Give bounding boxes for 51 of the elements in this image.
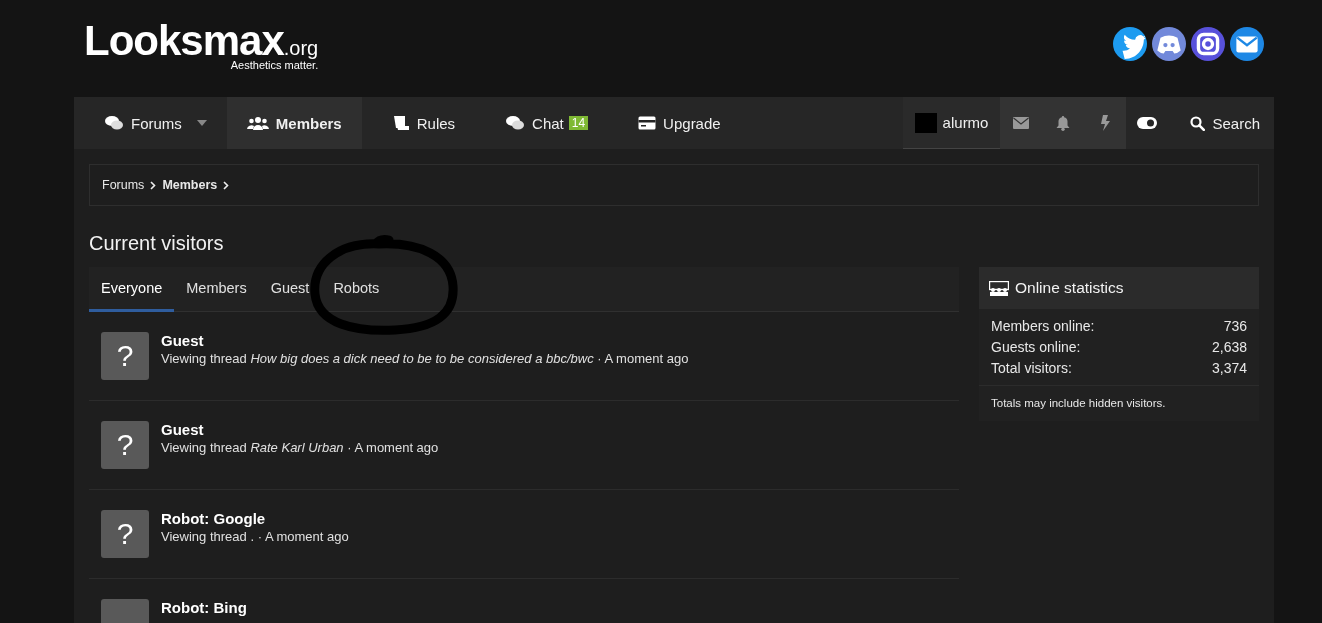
credit-card-icon [638, 116, 657, 130]
stat-value: 2,638 [1211, 338, 1247, 357]
speech-bubbles-icon [505, 115, 526, 131]
logo-domain: .org [283, 36, 319, 60]
account-link[interactable]: alurmo [902, 97, 1001, 149]
nav-tab[interactable]: Chat 14 [475, 97, 609, 149]
breadcrumb-link[interactable]: Members [162, 178, 218, 192]
people-icon [246, 116, 269, 130]
logo-tagline: Aesthetics matter. [230, 58, 319, 71]
guest-avatar: ? [101, 510, 149, 558]
twitter-icon[interactable] [1113, 26, 1147, 61]
visitor-name[interactable]: Robot: Google [161, 510, 349, 527]
guest-avatar: ? [101, 421, 149, 469]
nav-tab[interactable]: Upgrade [608, 97, 741, 149]
filter-tab[interactable]: Guest [258, 267, 322, 312]
visitor-name[interactable]: Guest [161, 332, 689, 349]
filter-tab[interactable]: Members [174, 267, 259, 312]
visitor-activity: Viewing thread How big does a dick need to be to be considered a bbc/bwc · A moment ago [161, 351, 689, 366]
chevron-icon [150, 180, 157, 190]
user-avatar [914, 112, 937, 133]
toggle-icon[interactable] [1137, 117, 1158, 129]
visitor-name[interactable]: Robot: Bing [161, 599, 247, 616]
filter-tab[interactable]: Everyone [89, 267, 175, 312]
stat-value: 736 [1223, 317, 1247, 336]
visitor-activity: Viewing thread Rate Karl Urban · A moment ago [161, 440, 439, 455]
guest-avatar: ? [101, 332, 149, 380]
thread-link[interactable]: Rate Karl Urban [250, 440, 344, 455]
stat-label: Guests online: [991, 338, 1081, 357]
stat-value: 3,374 [1211, 359, 1247, 378]
visitor-activity: Viewing thread . · A moment ago [161, 529, 349, 544]
search-button[interactable]: Search [1168, 97, 1274, 149]
nav-tab[interactable]: Rules [361, 97, 476, 149]
nav-tab[interactable]: Members [226, 97, 362, 149]
page-title: Current visitors [89, 232, 225, 255]
filter-tab[interactable]: Robots [321, 267, 392, 312]
caret-icon[interactable] [196, 120, 207, 126]
unread-count: 14 [568, 116, 589, 130]
breadcrumb-link[interactable]: Forums [102, 178, 145, 192]
email-icon[interactable] [1230, 26, 1264, 61]
nav-tab[interactable]: Forums [74, 97, 227, 149]
stat-label: Members online: [991, 317, 1095, 336]
panel-title: Online statistics [1015, 279, 1124, 297]
thread-link[interactable]: How big does a dick need to be to be considered a bbc/bwc [250, 351, 594, 366]
search-icon [1190, 115, 1206, 131]
visitor-name[interactable]: Guest [161, 421, 439, 438]
chevron-icon [223, 180, 230, 190]
instagram-icon[interactable] [1191, 26, 1225, 61]
stat-label: Total visitors: [991, 359, 1072, 378]
audience-icon [989, 280, 1009, 296]
speech-bubbles-icon [104, 115, 124, 131]
discord-icon[interactable] [1152, 26, 1186, 61]
